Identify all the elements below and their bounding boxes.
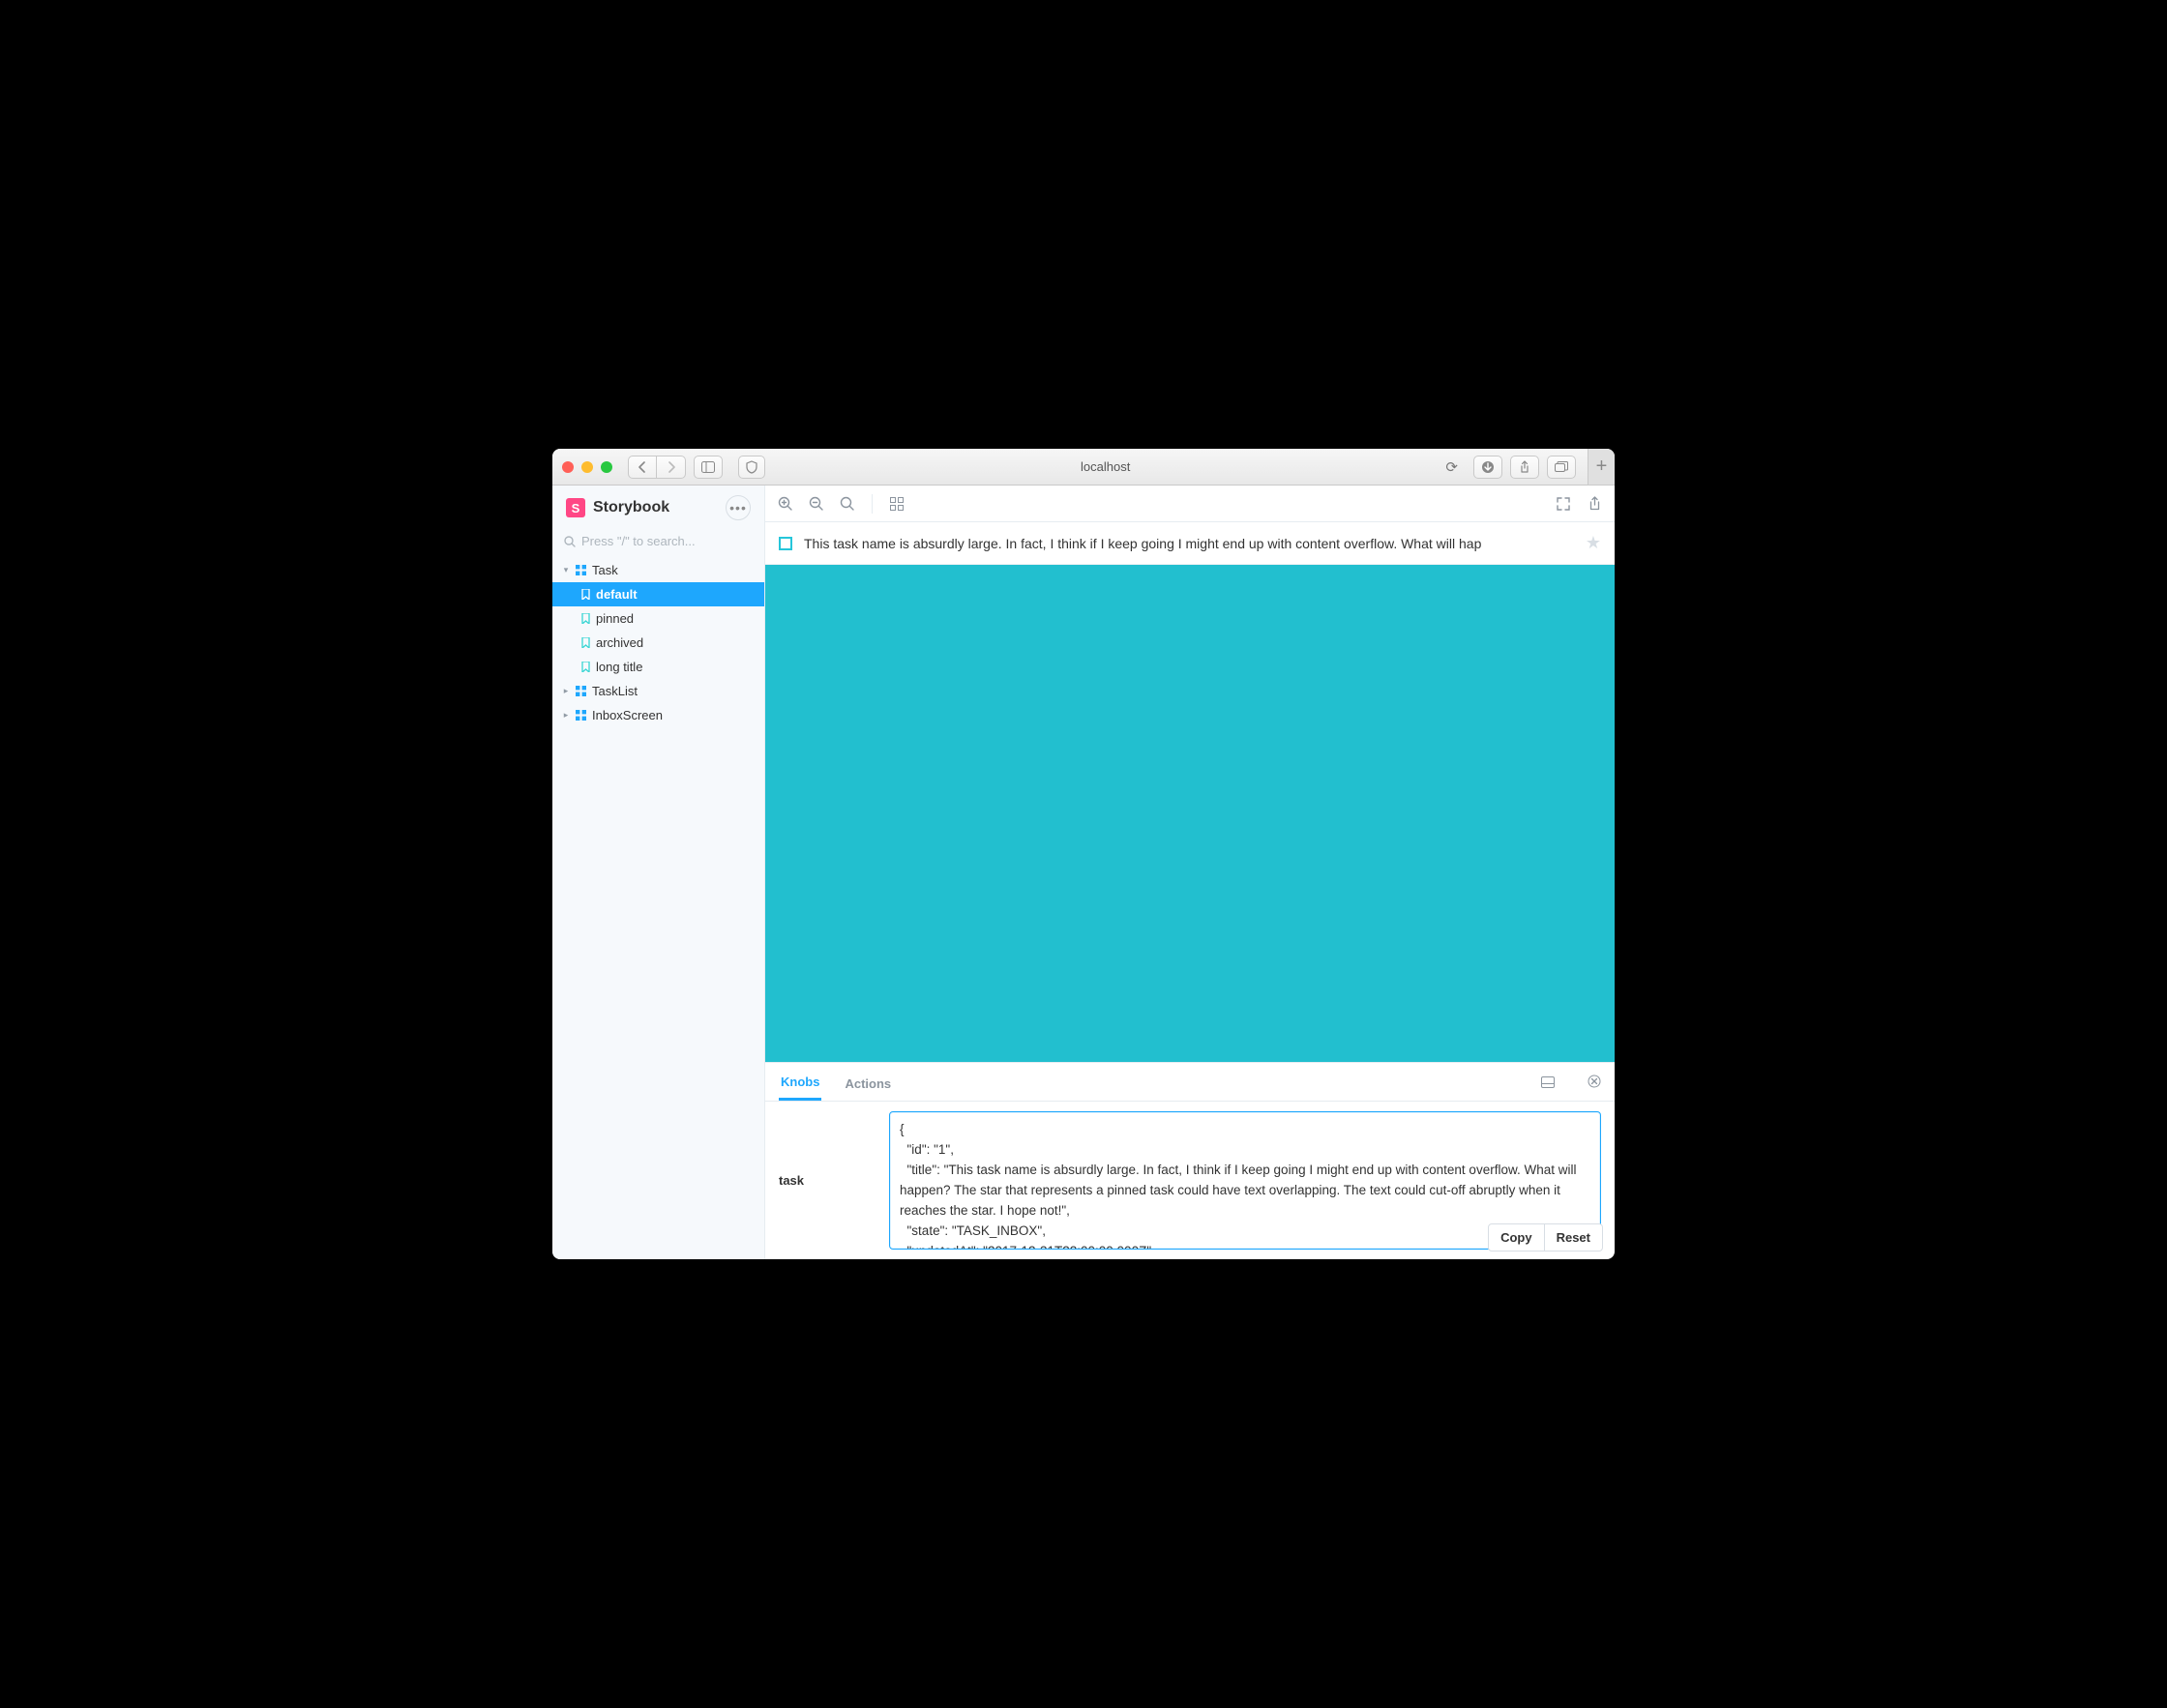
- minimize-window-icon[interactable]: [581, 461, 593, 473]
- browser-chrome: localhost ⟳ +: [552, 449, 1615, 486]
- sidebar-story-default[interactable]: default: [552, 582, 764, 606]
- nav-tree: ▾ Task default pinned: [552, 558, 764, 727]
- search-placeholder: Press "/" to search...: [581, 534, 696, 548]
- addons-panel: Knobs Actions task Copy: [765, 1062, 1615, 1259]
- sidebar-item-label: archived: [596, 635, 643, 650]
- maximize-window-icon[interactable]: [601, 461, 612, 473]
- star-icon[interactable]: ★: [1586, 533, 1601, 553]
- privacy-report-icon[interactable]: [738, 456, 765, 479]
- sidebar-item-label: pinned: [596, 611, 634, 626]
- reload-icon[interactable]: ⟳: [1445, 458, 1458, 476]
- sidebar-story-pinned[interactable]: pinned: [552, 606, 764, 631]
- bookmark-icon: [581, 589, 590, 600]
- nav-buttons: [628, 456, 686, 479]
- task-checkbox[interactable]: [779, 537, 792, 550]
- sidebar-toggle-button[interactable]: [694, 456, 723, 479]
- task-row: This task name is absurdly large. In fac…: [765, 522, 1615, 565]
- chrome-right: [1473, 456, 1576, 479]
- addons-tabbar: Knobs Actions: [765, 1063, 1615, 1102]
- tab-knobs[interactable]: Knobs: [779, 1075, 821, 1101]
- knob-name: task: [765, 1102, 889, 1259]
- search-icon: [564, 536, 576, 547]
- sidebar-item-inboxscreen[interactable]: ▸ InboxScreen: [552, 703, 764, 727]
- window-controls: [562, 461, 612, 473]
- sidebar-menu-button[interactable]: •••: [726, 495, 751, 520]
- knobs-body: task Copy Reset: [765, 1102, 1615, 1259]
- zoom-reset-button[interactable]: [839, 495, 856, 513]
- sidebar-story-archived[interactable]: archived: [552, 631, 764, 655]
- storybook-app: S Storybook ••• Press "/" to search... ▾…: [552, 486, 1615, 1259]
- new-tab-button[interactable]: +: [1588, 449, 1615, 485]
- viewport-button[interactable]: [888, 495, 905, 513]
- canvas-toolbar: [765, 486, 1615, 522]
- tabs-button[interactable]: [1547, 456, 1576, 479]
- toolbar-separator: [872, 494, 873, 514]
- caret-right-icon: ▸: [562, 710, 570, 721]
- component-icon: [576, 710, 586, 721]
- back-button[interactable]: [628, 456, 657, 479]
- address-bar[interactable]: localhost ⟳: [730, 456, 1466, 479]
- share-button[interactable]: [1510, 456, 1539, 479]
- sidebar-item-label: InboxScreen: [592, 708, 663, 722]
- zoom-in-button[interactable]: [777, 495, 794, 513]
- close-window-icon[interactable]: [562, 461, 574, 473]
- bookmark-icon: [581, 613, 590, 624]
- bookmark-icon: [581, 662, 590, 672]
- tab-actions[interactable]: Actions: [843, 1076, 893, 1101]
- sidebar-item-label: TaskList: [592, 684, 638, 698]
- sidebar-item-label: long title: [596, 660, 642, 674]
- sidebar-item-label: Task: [592, 563, 618, 577]
- close-panel-button[interactable]: [1588, 1075, 1601, 1101]
- sidebar: S Storybook ••• Press "/" to search... ▾…: [552, 486, 765, 1259]
- canvas: This task name is absurdly large. In fac…: [765, 522, 1615, 1062]
- search-input[interactable]: Press "/" to search...: [564, 534, 753, 548]
- fullscreen-button[interactable]: [1555, 495, 1572, 513]
- caret-down-icon: ▾: [562, 565, 570, 575]
- open-isolated-button[interactable]: [1586, 495, 1603, 513]
- panel-orientation-button[interactable]: [1541, 1076, 1555, 1101]
- downloads-button[interactable]: [1473, 456, 1502, 479]
- address-text: localhost: [1081, 459, 1130, 474]
- component-icon: [576, 686, 586, 696]
- sidebar-item-tasklist[interactable]: ▸ TaskList: [552, 679, 764, 703]
- canvas-background: [765, 565, 1615, 1062]
- sidebar-item-label: default: [596, 587, 638, 602]
- sidebar-header: S Storybook •••: [552, 486, 764, 526]
- copy-button[interactable]: Copy: [1488, 1223, 1545, 1252]
- forward-button[interactable]: [657, 456, 686, 479]
- storybook-logo-icon: S: [566, 498, 585, 517]
- brand-title: Storybook: [593, 499, 669, 516]
- task-title: This task name is absurdly large. In fac…: [804, 536, 1578, 551]
- zoom-out-button[interactable]: [808, 495, 825, 513]
- sidebar-story-long-title[interactable]: long title: [552, 655, 764, 679]
- main: This task name is absurdly large. In fac…: [765, 486, 1615, 1259]
- sidebar-item-task[interactable]: ▾ Task: [552, 558, 764, 582]
- bookmark-icon: [581, 637, 590, 648]
- reset-button[interactable]: Reset: [1545, 1223, 1603, 1252]
- knob-buttons: Copy Reset: [1488, 1223, 1603, 1252]
- caret-right-icon: ▸: [562, 686, 570, 696]
- component-icon: [576, 565, 586, 575]
- browser-window: localhost ⟳ + S Storybook •••: [552, 449, 1615, 1259]
